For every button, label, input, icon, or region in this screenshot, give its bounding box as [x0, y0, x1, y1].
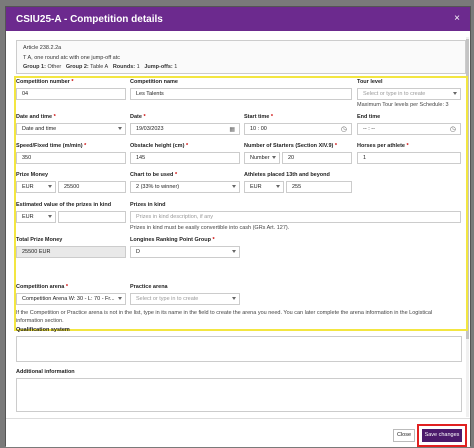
article-text: Article 238.2.2a [23, 45, 62, 51]
longines-label: Longines Ranking Point Group * [130, 237, 215, 243]
prize-money-input[interactable]: 25500 [58, 181, 126, 193]
chevron-down-icon [232, 297, 236, 300]
date-time-select[interactable]: Date and time [16, 123, 126, 135]
additional-info-label: Additional information [16, 369, 75, 375]
practice-arena-placeholder: Select or type in to create [136, 296, 199, 302]
starters-input[interactable]: 20 [282, 152, 352, 164]
tour-level-select[interactable]: Select or type in to create [357, 88, 461, 100]
article-groups: Group 1: Other Group 2: Table A Rounds: … [23, 64, 177, 70]
practice-arena-label: Practice arena [130, 284, 168, 290]
chart-value: 2 (33% to winner) [136, 184, 180, 190]
chevron-down-icon [48, 215, 52, 218]
arena-label: Competition arena * [16, 284, 68, 290]
start-time-label: Start time * [244, 114, 274, 120]
prize-money-currency: EUR [22, 184, 34, 190]
start-time-value: 10 : 00 [250, 126, 267, 132]
end-time-label: End time [357, 114, 381, 120]
arena-hint: If the Competition or Practice arena is … [16, 310, 433, 324]
chevron-down-icon [276, 185, 280, 188]
chart-label: Chart to be used * [130, 172, 178, 178]
competition-name-input[interactable]: Les Talents [130, 88, 352, 100]
practice-arena-select[interactable]: Select or type in to create [130, 293, 240, 305]
starters-type-value: Number [250, 155, 270, 161]
close-icon[interactable]: × [454, 13, 460, 24]
chevron-down-icon [118, 127, 122, 130]
tour-level-hint: Maximum Tour levels per Schedule: 3 [357, 102, 449, 108]
speed-label: Speed/Fixed time (m/min) * [16, 143, 87, 149]
athletes-placed-label: Athletes placed 13th and beyond [244, 172, 330, 178]
competition-details-modal: CSIU25-A - Competition details × Article… [5, 6, 471, 447]
prize-money-currency-select[interactable]: EUR [16, 181, 56, 193]
horses-per-athlete-label: Horses per athlete * [357, 143, 409, 149]
group2-label: Group 2: [65, 64, 89, 70]
modal-title: CSIU25-A - Competition details [16, 14, 163, 25]
arena-value: Competition Arena W: 30 - L: 70 - Fr... [22, 296, 115, 302]
group1-label: Group 1: [23, 64, 46, 70]
save-button-highlight [417, 424, 467, 447]
jumpoffs-label: Jump-offs: [144, 64, 173, 70]
group1-value: Other [47, 64, 62, 70]
article-info-box: Article 238.2.2a T A, one round atc with… [16, 40, 466, 74]
article-description: T A, one round atc with one jump-off atc [23, 55, 121, 61]
chevron-down-icon [232, 185, 236, 188]
competition-number-input[interactable]: 04 [16, 88, 126, 100]
speed-input[interactable]: 350 [16, 152, 126, 164]
prizes-in-kind-input[interactable]: Prizes in kind description, if any [130, 211, 461, 223]
total-prize-label: Total Prize Money [16, 237, 63, 243]
date-time-value: Date and time [22, 126, 57, 132]
est-prizes-label: Estimated value of the prizes in kind [16, 202, 112, 208]
close-button[interactable]: Close [393, 429, 415, 442]
obstacle-height-label: Obstacle height (cm) * [130, 143, 189, 149]
starters-type-select[interactable]: Number [244, 152, 280, 164]
modal-footer: Close Save changes [6, 418, 470, 447]
qualification-label: Qualification system [16, 327, 70, 333]
athletes-placed-currency-select[interactable]: EUR [244, 181, 284, 193]
athletes-placed-input[interactable]: 255 [286, 181, 352, 193]
date-input[interactable]: 19/03/2023 ▦ [130, 123, 240, 135]
calendar-icon[interactable]: ▦ [229, 126, 235, 133]
modal-header: CSIU25-A - Competition details × [6, 7, 470, 31]
competition-number-label: Competition number * [16, 79, 74, 85]
prize-money-label: Prize Money [16, 172, 49, 178]
prizes-in-kind-hint: Prizes in kind must be easily convertibl… [130, 225, 290, 231]
rounds-label: Rounds: [112, 64, 136, 70]
additional-info-textarea[interactable] [16, 378, 462, 412]
chart-select[interactable]: 2 (33% to winner) [130, 181, 240, 193]
tour-level-placeholder: Select or type in to create [363, 91, 426, 97]
est-prizes-currency-select[interactable]: EUR [16, 211, 56, 223]
clock-icon[interactable]: ◷ [341, 125, 347, 133]
prizes-in-kind-label: Prizes in kind [130, 202, 166, 208]
date-time-label: Date and time * [16, 114, 56, 120]
chevron-down-icon [272, 156, 276, 159]
clock-icon[interactable]: ◷ [450, 125, 456, 133]
date-label: Date * [130, 114, 146, 120]
chevron-down-icon [48, 185, 52, 188]
longines-value: D [136, 249, 140, 255]
chevron-down-icon [453, 92, 457, 95]
arena-select[interactable]: Competition Arena W: 30 - L: 70 - Fr... [16, 293, 126, 305]
qualification-textarea[interactable] [16, 336, 462, 362]
starters-label: Number of Starters (Section XIV.9) * [244, 143, 338, 149]
longines-select[interactable]: D [130, 246, 240, 258]
end-time-value: -- : -- [363, 126, 375, 132]
horses-per-athlete-input[interactable]: 1 [357, 152, 461, 164]
total-prize-value: 25500 EUR [16, 246, 126, 258]
obstacle-height-input[interactable]: 145 [130, 152, 240, 164]
chevron-down-icon [118, 297, 122, 300]
chevron-down-icon [232, 250, 236, 253]
jumpoffs-value: 1 [174, 64, 178, 70]
start-time-input[interactable]: 10 : 00 ◷ [244, 123, 352, 135]
tour-level-label: Tour level [357, 79, 383, 85]
est-prizes-currency: EUR [22, 214, 34, 220]
est-prizes-input[interactable] [58, 211, 126, 223]
competition-name-label: Competition name [130, 79, 178, 85]
group2-value: Table A [90, 64, 109, 70]
end-time-input[interactable]: -- : -- ◷ [357, 123, 461, 135]
rounds-value: 1 [136, 64, 140, 70]
athletes-placed-currency: EUR [250, 184, 262, 190]
date-value: 19/03/2023 [136, 126, 164, 132]
